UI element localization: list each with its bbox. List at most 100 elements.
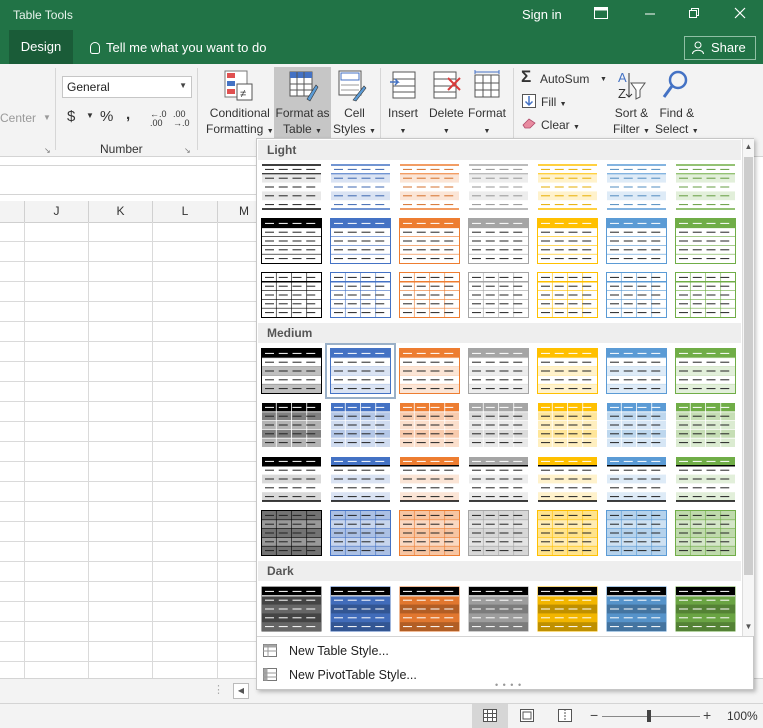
number-format-select[interactable]: General ▼ [62,76,192,98]
table-style-medium-22[interactable] [261,510,322,556]
scroll-down-icon[interactable]: ▼ [743,622,754,631]
percent-button[interactable]: % [100,108,113,125]
table-style-dark-2[interactable] [330,586,391,632]
zoom-slider-thumb[interactable] [647,710,651,722]
table-style-light-18[interactable] [468,272,529,318]
table-style-medium-11[interactable] [468,402,529,448]
table-style-medium-14[interactable] [675,402,736,448]
number-launcher-icon[interactable]: ↘ [184,143,191,159]
table-style-light-14[interactable] [675,218,736,264]
currency-dropdown-icon[interactable]: ▼ [86,111,94,120]
zoom-level[interactable]: 100% [727,709,758,723]
table-style-medium-17[interactable] [399,456,460,502]
table-style-light-16[interactable] [330,272,391,318]
increase-decimal-icon[interactable]: ←.0.00 [150,110,167,128]
table-style-medium-15[interactable] [261,456,322,502]
close-icon[interactable] [729,4,751,24]
column-header-l[interactable]: L [153,201,218,222]
merge-center-label[interactable]: Center [0,110,36,126]
table-style-light-9[interactable] [330,218,391,264]
table-style-medium-24[interactable] [399,510,460,556]
formula-bar[interactable] [0,165,256,195]
format-cells-icon[interactable] [472,70,502,102]
zoom-slider-track[interactable] [602,716,700,717]
table-style-light-11[interactable] [468,218,529,264]
page-break-view-icon[interactable] [558,709,572,722]
table-style-medium-1[interactable] [261,348,322,394]
table-style-light-5[interactable] [537,164,598,210]
column-header-k[interactable]: K [89,201,153,222]
table-style-light-6[interactable] [606,164,667,210]
decrease-decimal-icon[interactable]: .00 →.0 [173,110,190,128]
table-style-dark-3[interactable] [399,586,460,632]
autosum-dropdown-icon[interactable]: ▼ [600,72,607,88]
autosum-button[interactable]: AutoSum [540,71,589,87]
sort-filter-icon[interactable]: A Z [617,69,647,103]
worksheet-grid[interactable] [0,222,256,678]
find-select-button[interactable]: Find & Select ▼ [655,105,699,140]
scroll-left-icon[interactable]: ◀ [233,683,249,699]
tab-design[interactable]: Design [9,30,73,64]
table-style-light-21[interactable] [675,272,736,318]
table-style-medium-3[interactable] [399,348,460,394]
table-style-medium-16[interactable] [330,456,391,502]
table-style-light-19[interactable] [537,272,598,318]
normal-view-button[interactable] [472,704,508,728]
insert-button[interactable]: Insert ▼ [388,105,418,140]
table-style-dark-5[interactable] [537,586,598,632]
table-style-medium-21[interactable] [675,456,736,502]
cell-styles-button[interactable]: Cell Styles ▼ [333,105,376,140]
table-style-medium-7[interactable] [675,348,736,394]
zoom-out-icon[interactable]: − [590,707,598,723]
conditional-formatting-button[interactable]: Conditional Formatting ▼ [206,105,274,140]
restore-icon[interactable] [683,4,705,24]
currency-button[interactable]: $ [67,108,75,125]
scroll-up-icon[interactable]: ▲ [743,142,754,151]
table-style-dark-7[interactable] [675,586,736,632]
table-style-light-4[interactable] [468,164,529,210]
table-style-medium-25[interactable] [468,510,529,556]
sign-in-link[interactable]: Sign in [522,7,562,22]
table-style-light-15[interactable] [261,272,322,318]
magnifier-icon[interactable] [660,69,690,103]
fill-button[interactable]: Fill ▼ [541,94,567,113]
tab-split-handle-icon[interactable]: ⋮ [213,683,224,696]
table-style-light-3[interactable] [399,164,460,210]
table-style-light-17[interactable] [399,272,460,318]
table-style-medium-13[interactable] [606,402,667,448]
new-table-style-item[interactable]: New Table Style... [257,640,753,662]
insert-cells-icon[interactable] [389,70,419,102]
resize-grip-icon[interactable]: • • • • [495,680,522,690]
table-style-dark-6[interactable] [606,586,667,632]
table-style-medium-8[interactable] [261,402,322,448]
table-style-medium-26[interactable] [537,510,598,556]
table-style-medium-5[interactable] [537,348,598,394]
column-header-j[interactable]: J [25,201,89,222]
sort-filter-button[interactable]: Sort & Filter ▼ [613,105,650,140]
table-style-medium-27[interactable] [606,510,667,556]
table-style-dark-1[interactable] [261,586,322,632]
ribbon-display-options-icon[interactable] [590,4,612,24]
table-style-medium-12[interactable] [537,402,598,448]
table-style-medium-18[interactable] [468,456,529,502]
table-style-light-8[interactable] [261,218,322,264]
delete-cells-icon[interactable] [432,70,462,102]
gallery-scrollbar[interactable]: ▲ ▼ [742,139,754,636]
merge-dropdown-icon[interactable]: ▼ [43,110,51,126]
table-style-light-7[interactable] [675,164,736,210]
cell-styles-icon[interactable] [338,70,368,102]
table-style-dark-4[interactable] [468,586,529,632]
table-style-medium-9[interactable] [330,402,391,448]
table-style-light-13[interactable] [606,218,667,264]
table-style-light-12[interactable] [537,218,598,264]
table-style-medium-4[interactable] [468,348,529,394]
scrollbar-thumb[interactable] [744,157,753,575]
table-style-medium-23[interactable] [330,510,391,556]
tell-me-box[interactable]: Tell me what you want to do [90,40,266,55]
clear-button[interactable]: Clear ▼ [541,117,580,136]
table-style-medium-20[interactable] [606,456,667,502]
format-as-table-button[interactable]: Format as Table ▼ [274,67,331,139]
table-style-light-2[interactable] [330,164,391,210]
table-style-light-20[interactable] [606,272,667,318]
table-style-light-1[interactable] [261,164,322,210]
